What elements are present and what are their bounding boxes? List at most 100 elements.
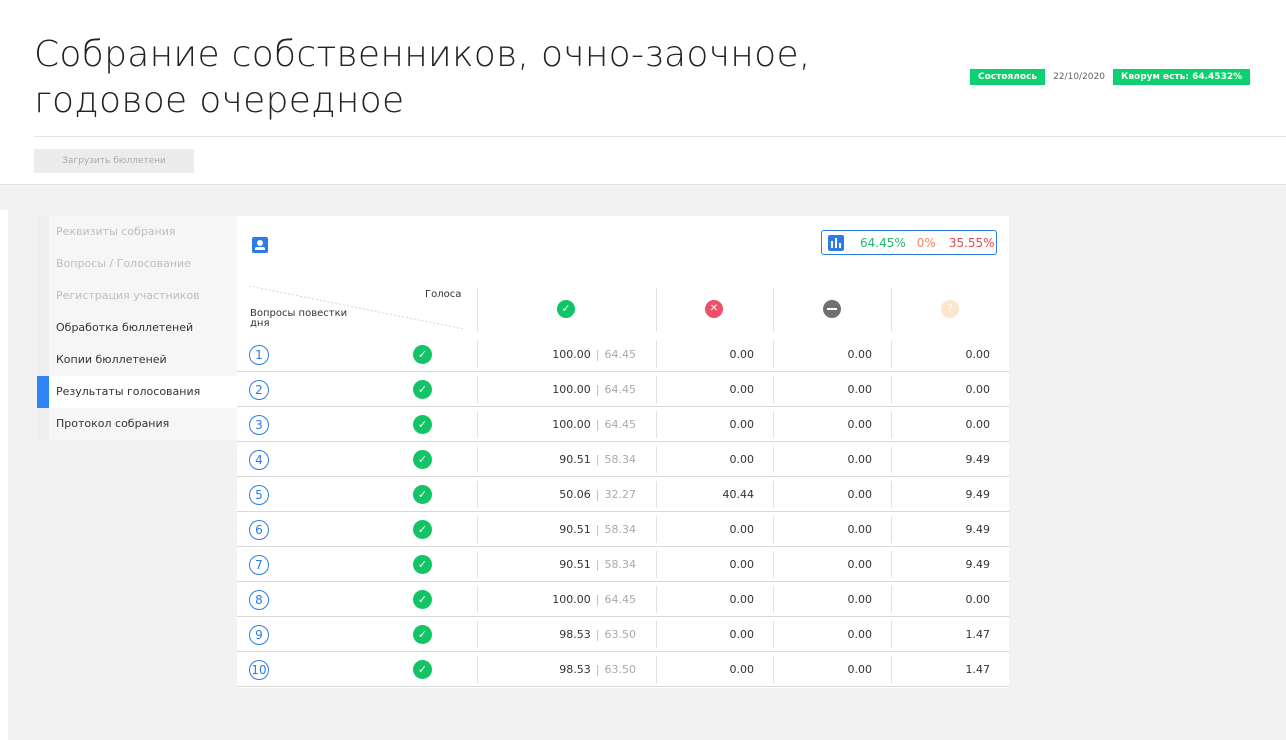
sidebar-item-results[interactable]: Результаты голосования bbox=[37, 376, 237, 408]
check-circle-icon: ✓ bbox=[413, 660, 432, 679]
value-separator: | bbox=[595, 593, 600, 606]
question-number[interactable]: 8 bbox=[249, 590, 269, 610]
not-voted-value: 1.47 bbox=[965, 628, 991, 641]
column-divider bbox=[477, 411, 478, 438]
column-divider bbox=[773, 288, 774, 331]
yes-votes-value: 90.51 bbox=[559, 523, 591, 536]
question-number[interactable]: 6 bbox=[249, 520, 269, 540]
value-separator: | bbox=[595, 418, 600, 431]
sidebar-item-label: Обработка бюллетеней bbox=[56, 321, 194, 334]
no-votes-value: 0.00 bbox=[729, 453, 755, 466]
column-divider bbox=[477, 621, 478, 648]
no-votes-value: 0.00 bbox=[729, 418, 755, 431]
question-number[interactable]: 3 bbox=[249, 415, 269, 435]
abstain-votes-value: 0.00 bbox=[847, 663, 873, 676]
column-divider bbox=[891, 446, 892, 473]
sidebar-item-processing[interactable]: Обработка бюллетеней bbox=[37, 312, 237, 344]
yes-votes-cell: 100.00 | 64.45 bbox=[552, 383, 636, 396]
yes-votes-value: 100.00 bbox=[552, 383, 591, 396]
value-separator: | bbox=[595, 348, 600, 361]
page-title: Собрание собственников, очно-заочное, го… bbox=[34, 34, 811, 121]
column-divider bbox=[477, 656, 478, 683]
table-row[interactable]: 8 ✓ 100.00 | 64.45 0.00 0.00 0.00 bbox=[237, 582, 1009, 617]
column-divider bbox=[891, 481, 892, 508]
column-divider bbox=[773, 621, 774, 648]
not-voted-value: 0.00 bbox=[965, 348, 991, 361]
not-voted-value: 0.00 bbox=[965, 593, 991, 606]
yes-votes-share: 64.45 bbox=[604, 383, 637, 396]
check-circle-icon: ✓ bbox=[413, 345, 432, 364]
column-divider bbox=[891, 586, 892, 613]
no-votes-value: 0.00 bbox=[729, 523, 755, 536]
question-circle-icon: ? bbox=[941, 300, 959, 318]
bar-chart-icon bbox=[828, 234, 844, 251]
abstain-votes-value: 0.00 bbox=[847, 523, 873, 536]
column-divider bbox=[773, 516, 774, 543]
sidebar-item-registration[interactable]: Регистрация участников bbox=[37, 280, 237, 312]
column-divider bbox=[891, 411, 892, 438]
not-voted-value: 9.49 bbox=[965, 453, 991, 466]
minus-circle-icon bbox=[823, 300, 841, 318]
check-circle-icon: ✓ bbox=[557, 300, 575, 318]
no-votes-value: 0.00 bbox=[729, 383, 755, 396]
table-row[interactable]: 7 ✓ 90.51 | 58.34 0.00 0.00 9.49 bbox=[237, 547, 1009, 582]
user-card-icon[interactable] bbox=[252, 237, 268, 253]
check-circle-icon: ✓ bbox=[413, 625, 432, 644]
table-row[interactable]: 6 ✓ 90.51 | 58.34 0.00 0.00 9.49 bbox=[237, 512, 1009, 547]
yes-votes-value: 90.51 bbox=[559, 558, 591, 571]
question-number[interactable]: 1 bbox=[249, 345, 269, 365]
upload-ballots-button[interactable]: Загрузить бюллетени bbox=[34, 149, 194, 173]
check-circle-icon: ✓ bbox=[413, 555, 432, 574]
check-circle-icon: ✓ bbox=[413, 590, 432, 609]
question-number[interactable]: 10 bbox=[249, 660, 269, 680]
abstain-votes-value: 0.00 bbox=[847, 558, 873, 571]
question-number[interactable]: 4 bbox=[249, 450, 269, 470]
column-divider bbox=[773, 551, 774, 578]
value-separator: | bbox=[595, 453, 600, 466]
value-separator: | bbox=[595, 558, 600, 571]
table-row[interactable]: 4 ✓ 90.51 | 58.34 0.00 0.00 9.49 bbox=[237, 442, 1009, 477]
table-row[interactable]: 2 ✓ 100.00 | 64.45 0.00 0.00 0.00 bbox=[237, 372, 1009, 407]
table-row[interactable]: 10 ✓ 98.53 | 63.50 0.00 0.00 1.47 bbox=[237, 652, 1009, 687]
yes-votes-share: 63.50 bbox=[604, 663, 637, 676]
column-divider bbox=[656, 586, 657, 613]
column-divider bbox=[656, 551, 657, 578]
abstain-votes-value: 0.00 bbox=[847, 383, 873, 396]
sidebar-item-details[interactable]: Реквизиты собрания bbox=[37, 216, 237, 248]
column-divider bbox=[891, 341, 892, 368]
abstain-votes-value: 0.00 bbox=[847, 418, 873, 431]
no-votes-value: 40.44 bbox=[722, 488, 755, 501]
question-number[interactable]: 2 bbox=[249, 380, 269, 400]
cross-circle-icon: ✕ bbox=[705, 300, 723, 318]
not-voted-value: 9.49 bbox=[965, 558, 991, 571]
yes-votes-value: 100.00 bbox=[552, 348, 591, 361]
yes-votes-share: 58.34 bbox=[604, 523, 637, 536]
quorum-badge: Кворум есть: 64.4532% bbox=[1112, 69, 1251, 85]
column-divider bbox=[656, 411, 657, 438]
not-voted-value: 9.49 bbox=[965, 523, 991, 536]
sidebar: Реквизиты собрания Вопросы / Голосование… bbox=[37, 216, 237, 440]
table-row[interactable]: 3 ✓ 100.00 | 64.45 0.00 0.00 0.00 bbox=[237, 407, 1009, 442]
table-row[interactable]: 1 ✓ 100.00 | 64.45 0.00 0.00 0.00 bbox=[237, 337, 1009, 372]
yes-votes-share: 58.34 bbox=[604, 453, 637, 466]
sidebar-item-protocol[interactable]: Протокол собрания bbox=[37, 408, 237, 440]
table-row[interactable]: 5 ✓ 50.06 | 32.27 40.44 0.00 9.49 bbox=[237, 477, 1009, 512]
sidebar-item-label: Результаты голосования bbox=[56, 385, 201, 398]
check-circle-icon: ✓ bbox=[413, 485, 432, 504]
yes-votes-cell: 90.51 | 58.34 bbox=[559, 453, 636, 466]
table-row[interactable]: 9 ✓ 98.53 | 63.50 0.00 0.00 1.47 bbox=[237, 617, 1009, 652]
not-voted-value: 9.49 bbox=[965, 488, 991, 501]
yes-votes-cell: 98.53 | 63.50 bbox=[559, 628, 636, 641]
question-number[interactable]: 5 bbox=[249, 485, 269, 505]
sidebar-item-questions[interactable]: Вопросы / Голосование bbox=[37, 248, 237, 280]
column-divider bbox=[773, 411, 774, 438]
column-divider bbox=[477, 551, 478, 578]
column-divider bbox=[656, 341, 657, 368]
question-number[interactable]: 7 bbox=[249, 555, 269, 575]
yes-votes-cell: 90.51 | 58.34 bbox=[559, 558, 636, 571]
sidebar-item-copies[interactable]: Копии бюллетеней bbox=[37, 344, 237, 376]
header-questions-label: Вопросы повестки дня bbox=[250, 308, 348, 329]
question-number[interactable]: 9 bbox=[249, 625, 269, 645]
results-summary[interactable]: 64.45% 0% 35.55% bbox=[821, 230, 997, 255]
sidebar-item-label: Регистрация участников bbox=[56, 289, 200, 302]
